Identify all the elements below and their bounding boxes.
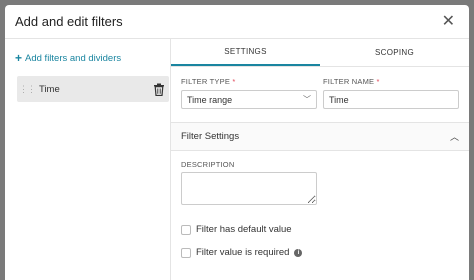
add-filters-label: Add filters and dividers xyxy=(25,52,122,64)
tab-scoping[interactable]: SCOPING xyxy=(320,39,469,66)
filter-type-label: FILTER TYPE * xyxy=(181,77,236,86)
required-option[interactable]: Filter value is required i xyxy=(181,247,469,258)
filter-name-field: FILTER NAME * Time xyxy=(323,77,459,109)
chevron-down-icon: ﹀ xyxy=(303,95,311,104)
default-value-label: Filter has default value xyxy=(196,224,292,235)
sidebar-item-label: Time xyxy=(39,83,60,95)
filters-modal: Add and edit filters ✕ + Add filters and… xyxy=(5,5,469,280)
filter-type-value: Time range xyxy=(187,94,233,105)
filter-name-value: Time xyxy=(329,94,349,105)
required-label: Filter value is required xyxy=(196,247,290,258)
modal-body: + Add filters and dividers ⋮⋮ Time SETTI… xyxy=(5,39,469,280)
filters-sidebar: + Add filters and dividers ⋮⋮ Time xyxy=(5,39,171,280)
filter-config-pane: SETTINGS SCOPING FILTER TYPE * Time rang… xyxy=(171,39,469,280)
tab-settings[interactable]: SETTINGS xyxy=(171,39,320,66)
filter-fields-row: FILTER TYPE * Time range ﹀ FILTER NAME *… xyxy=(171,67,469,109)
close-icon[interactable]: ✕ xyxy=(442,13,455,30)
plus-icon: + xyxy=(15,51,23,65)
filter-settings-title: Filter Settings xyxy=(181,131,240,142)
required-marker: * xyxy=(232,77,236,86)
description-textarea[interactable] xyxy=(181,172,317,205)
modal-title: Add and edit filters xyxy=(15,14,123,29)
description-label: DESCRIPTION xyxy=(181,160,235,169)
filter-name-label: FILTER NAME * xyxy=(323,77,380,86)
info-icon[interactable]: i xyxy=(294,248,303,257)
default-value-checkbox[interactable] xyxy=(181,224,191,235)
filter-type-select[interactable]: Time range ﹀ xyxy=(181,90,317,109)
config-tabs: SETTINGS SCOPING xyxy=(171,39,469,67)
trash-icon[interactable] xyxy=(153,83,165,96)
modal-header: Add and edit filters ✕ xyxy=(5,5,469,39)
default-value-option[interactable]: Filter has default value xyxy=(181,224,469,235)
chevron-up-icon[interactable]: ︿ xyxy=(450,130,459,143)
filter-type-field: FILTER TYPE * Time range ﹀ xyxy=(181,77,317,109)
required-marker: * xyxy=(376,77,380,86)
required-checkbox[interactable] xyxy=(181,247,191,258)
drag-handle-icon[interactable]: ⋮⋮ xyxy=(19,84,36,95)
add-filters-link[interactable]: + Add filters and dividers xyxy=(5,51,170,65)
filter-settings-header[interactable]: Filter Settings ︿ xyxy=(171,122,469,151)
sidebar-item-time[interactable]: ⋮⋮ Time xyxy=(17,76,169,102)
filter-name-input[interactable]: Time xyxy=(323,90,459,109)
